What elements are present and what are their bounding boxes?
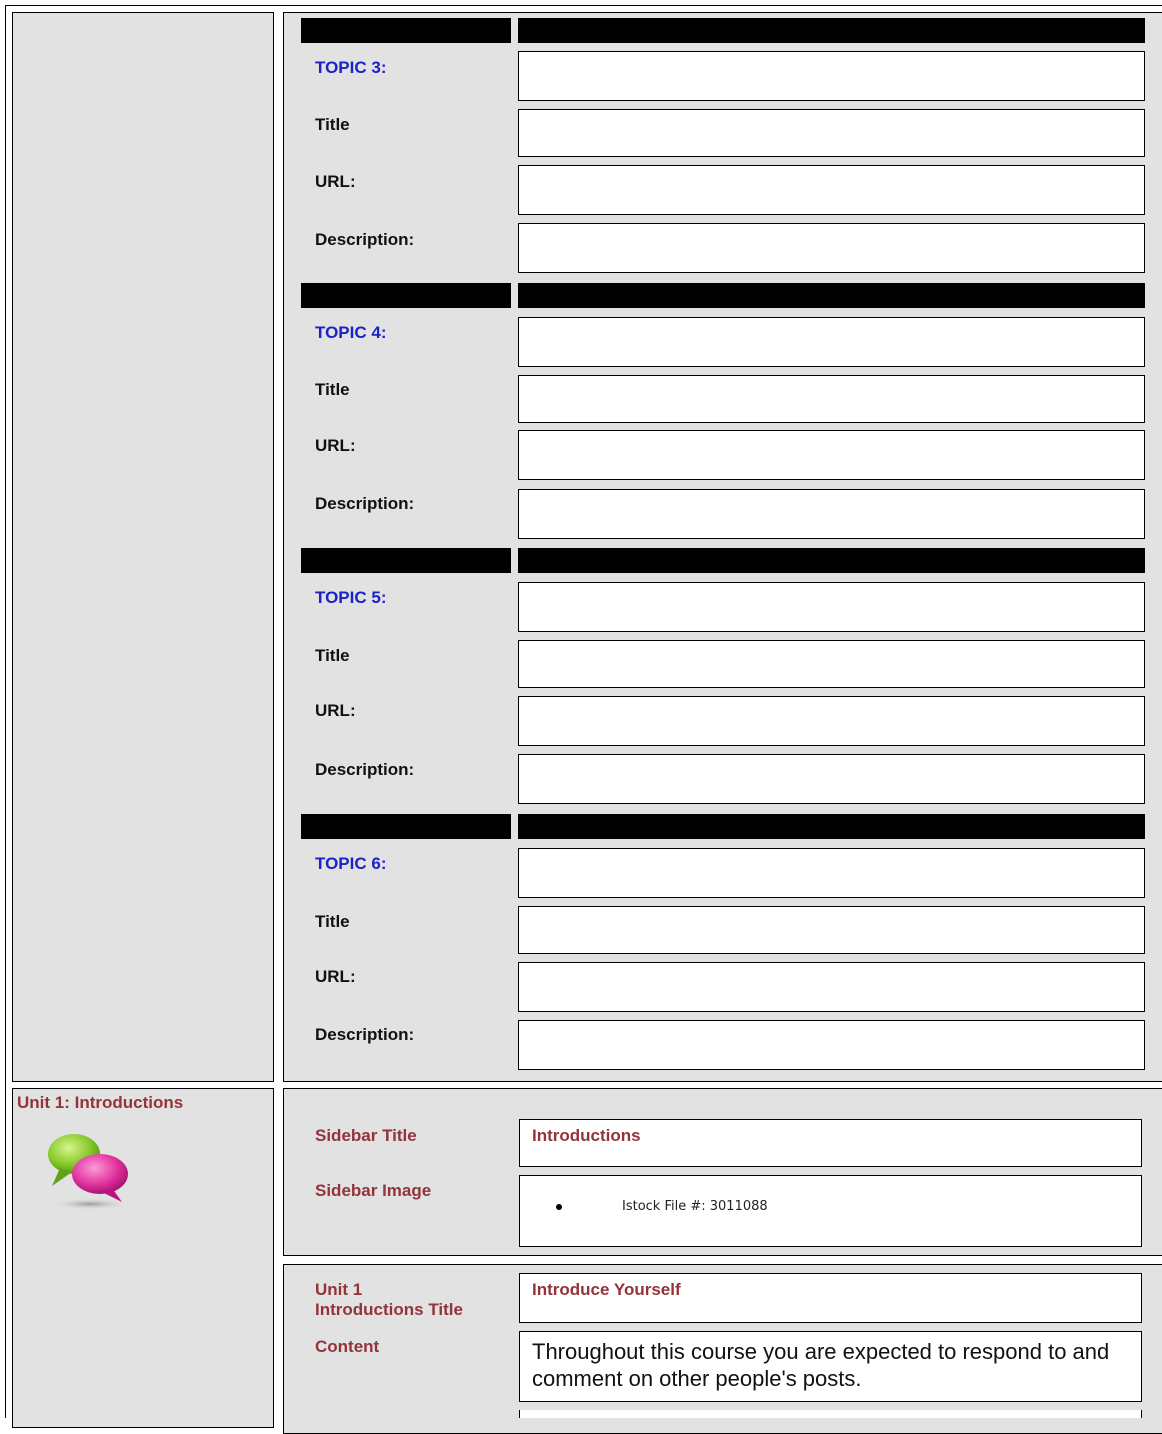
topic-heading-field[interactable] xyxy=(518,582,1145,632)
topic-heading-field[interactable] xyxy=(518,51,1145,101)
topic-url-field[interactable] xyxy=(518,430,1145,480)
topic-bar-left xyxy=(301,814,511,839)
topic-description-field[interactable] xyxy=(518,1020,1145,1070)
sidebar-image-label: Sidebar Image xyxy=(315,1181,432,1200)
topic-title-field[interactable] xyxy=(518,906,1145,954)
topic-title-label: Title xyxy=(315,380,350,399)
topic-heading-field[interactable] xyxy=(518,317,1145,367)
topic-heading-field[interactable] xyxy=(518,848,1145,898)
content-field-continuation xyxy=(519,1410,1142,1418)
topic-bar-right xyxy=(518,548,1145,573)
topic-heading: TOPIC 4: xyxy=(315,323,387,342)
topic-heading: TOPIC 6: xyxy=(315,854,387,873)
topic-description-label: Description: xyxy=(315,760,415,779)
content-label: Content xyxy=(315,1337,380,1356)
topic-title-label: Title xyxy=(315,912,350,931)
topic-description-label: Description: xyxy=(315,1025,415,1044)
list-item: Istock File #: 3011088 xyxy=(556,1199,768,1214)
unit-title-label-line2: Introductions Title xyxy=(315,1300,463,1319)
topic-title-label: Title xyxy=(315,115,350,134)
unit-title-field[interactable]: Introduce Yourself xyxy=(519,1273,1142,1323)
unit-heading: Unit 1: Introductions xyxy=(17,1093,184,1112)
sidebar-title-label: Sidebar Title xyxy=(315,1126,417,1145)
topic-url-label: URL: xyxy=(315,967,356,986)
topic-heading: TOPIC 5: xyxy=(315,588,387,607)
unit-title-label: Unit 1 Introductions Title xyxy=(315,1280,463,1320)
topic-title-label: Title xyxy=(315,646,350,665)
topic-description-field[interactable] xyxy=(518,223,1145,273)
bullet-icon xyxy=(556,1203,562,1210)
topic-title-field[interactable] xyxy=(518,109,1145,157)
topics-left-cell xyxy=(12,12,274,1082)
unit-title-label-line1: Unit 1 xyxy=(315,1280,363,1299)
sidebar-title-field[interactable]: Introductions xyxy=(519,1119,1142,1167)
topic-url-field[interactable] xyxy=(518,696,1145,746)
topic-description-field[interactable] xyxy=(518,754,1145,804)
sidebar-image-field[interactable]: Istock File #: 3011088 xyxy=(519,1175,1142,1247)
topic-bar-left xyxy=(301,548,511,573)
speech-bubbles-icon xyxy=(48,1134,130,1210)
topic-bar-right xyxy=(518,814,1145,839)
topic-title-field[interactable] xyxy=(518,640,1145,688)
list-item-text: Istock File #: 3011088 xyxy=(622,1199,768,1214)
topic-url-label: URL: xyxy=(315,701,356,720)
topic-url-field[interactable] xyxy=(518,165,1145,215)
topic-description-label: Description: xyxy=(315,230,415,249)
topic-bar-left xyxy=(301,18,511,43)
content-field[interactable]: Throughout this course you are expected … xyxy=(519,1331,1142,1402)
topic-url-label: URL: xyxy=(315,436,356,455)
topic-url-label: URL: xyxy=(315,172,356,191)
topic-description-label: Description: xyxy=(315,494,415,513)
topic-heading: TOPIC 3: xyxy=(315,58,387,77)
topic-description-field[interactable] xyxy=(518,489,1145,539)
sidebar-image-list: Istock File #: 3011088 xyxy=(556,1199,768,1214)
topic-bar-right xyxy=(518,18,1145,43)
topic-bar-right xyxy=(518,283,1145,308)
topic-bar-left xyxy=(301,283,511,308)
topic-title-field[interactable] xyxy=(518,375,1145,423)
topic-url-field[interactable] xyxy=(518,962,1145,1012)
